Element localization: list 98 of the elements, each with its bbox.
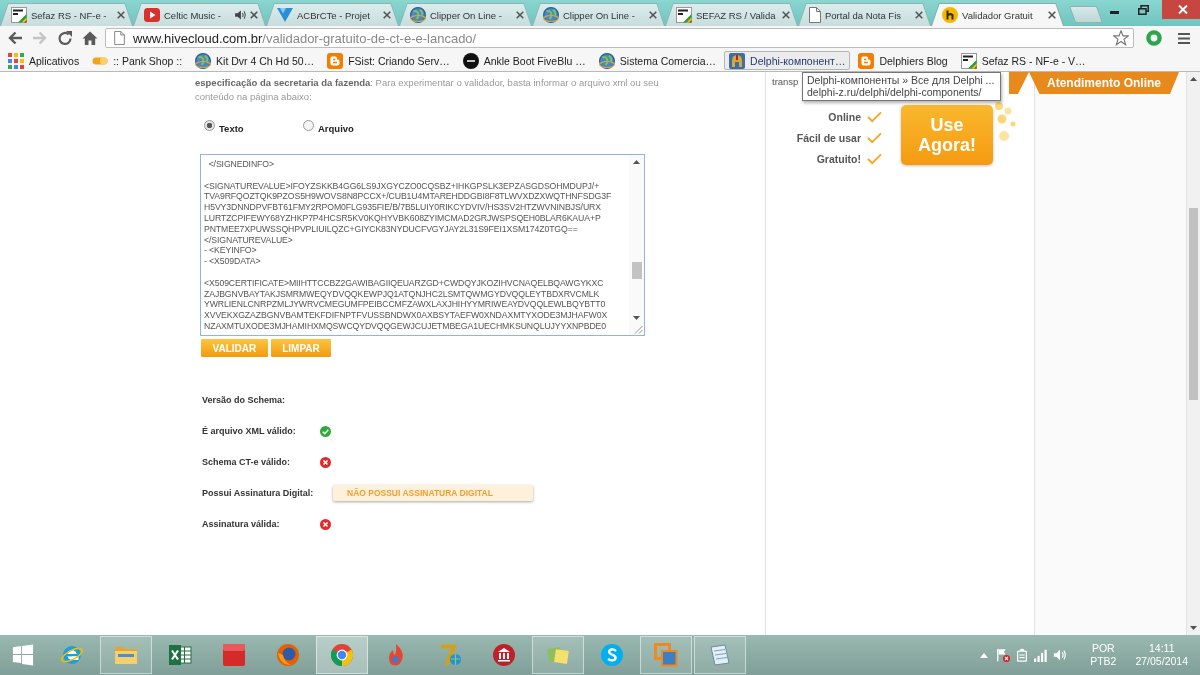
sidebar-text: transp bbox=[772, 76, 799, 87]
browser-tab[interactable]: Portal da Nota Fis bbox=[798, 3, 931, 26]
browser-tab[interactable]: SEFAZ RS / Valida bbox=[665, 3, 798, 26]
browser-tab[interactable]: Clipper On Line - bbox=[399, 3, 532, 26]
reload-icon[interactable] bbox=[57, 30, 73, 46]
scrollbar-thumb[interactable] bbox=[631, 262, 642, 279]
e-logo-icon bbox=[60, 643, 84, 667]
home-icon[interactable] bbox=[82, 31, 98, 45]
up-arrow-icon[interactable] bbox=[633, 160, 640, 164]
tooltip-url: delphi-z.ru/delphi/delphi-components/ bbox=[807, 86, 983, 98]
dots-icon bbox=[994, 102, 1016, 142]
bookmark[interactable]: Sefaz RS - NF-e - V… bbox=[955, 51, 1091, 70]
fox-globe-icon bbox=[276, 643, 300, 667]
back-icon[interactable] bbox=[7, 30, 23, 46]
globe-icon bbox=[195, 52, 212, 69]
bookmark[interactable]: Sistema Comercia… bbox=[593, 51, 722, 70]
taskbar-button[interactable] bbox=[640, 636, 692, 674]
star-icon[interactable] bbox=[1113, 30, 1129, 46]
flag-logo-icon bbox=[676, 7, 692, 23]
bookmark[interactable]: :: Pank Shop :: bbox=[87, 51, 188, 70]
close-icon[interactable] bbox=[1048, 11, 1056, 19]
radio-label[interactable]: Arquivo bbox=[318, 123, 354, 134]
spreadsheet-icon bbox=[168, 643, 192, 667]
restore-icon[interactable] bbox=[1138, 4, 1149, 15]
intro-text: especificação da secretaria da fazenda: Para experimentar o validador, basta informar o arquivo xml ou seu conteúdo na página abaixo: bbox=[195, 76, 660, 104]
wheel-logo-icon bbox=[330, 643, 354, 667]
taskbar-button[interactable] bbox=[316, 636, 368, 674]
close-icon[interactable] bbox=[649, 11, 657, 19]
field-label: Schema CT-e válido: bbox=[202, 457, 292, 467]
address-field[interactable]: www.hivecloud.com.br/validador-gratuito-de-ct-e-e-lancado/ bbox=[105, 28, 1134, 48]
round-logo-icon bbox=[942, 7, 958, 23]
check-icon bbox=[867, 152, 882, 165]
close-icon[interactable] bbox=[383, 11, 391, 19]
bookmark[interactable]: Aplicativos bbox=[3, 51, 85, 70]
resize-grip-icon[interactable] bbox=[634, 325, 643, 334]
grid-icon bbox=[8, 52, 24, 69]
page-scrollbar[interactable] bbox=[1186, 72, 1200, 635]
flag-logo-icon bbox=[11, 7, 27, 23]
check-icon bbox=[867, 110, 882, 123]
taskbar-button[interactable] bbox=[100, 636, 152, 674]
browser-tab[interactable]: Celtic Music - bbox=[133, 3, 266, 26]
square-app-icon bbox=[222, 643, 246, 667]
tooltip-title: Delphi-компоненты » Все для Delphi ... bbox=[807, 74, 995, 86]
globe-icon bbox=[410, 7, 426, 23]
feature-label: Gratuito! bbox=[816, 152, 861, 165]
radio-button[interactable] bbox=[303, 120, 314, 131]
notepad-icon bbox=[708, 643, 732, 667]
bookmark[interactable]: Kit Dvr 4 Ch Hd 50… bbox=[190, 51, 320, 70]
browser-tab[interactable]: Clipper On Line - bbox=[532, 3, 665, 26]
speaker-icon[interactable] bbox=[235, 10, 246, 20]
close-icon[interactable] bbox=[250, 11, 258, 19]
field-label: Versão do Schema: bbox=[202, 395, 287, 405]
browser-tab[interactable]: Sefaz RS - NF-e - bbox=[0, 3, 133, 26]
ring-icon[interactable] bbox=[1146, 30, 1162, 46]
status-badge: NÃO POSSUI ASSINATURA DIGITAL bbox=[333, 485, 533, 501]
browser-tab[interactable]: ACBrCTe - Projet bbox=[266, 3, 399, 26]
flag-icon[interactable] bbox=[996, 648, 1011, 662]
play-icon bbox=[144, 8, 160, 22]
radio-label[interactable]: Texto bbox=[219, 123, 244, 134]
radio-button[interactable] bbox=[204, 120, 215, 131]
pill-icon bbox=[92, 55, 109, 66]
scrollbar[interactable] bbox=[629, 155, 644, 335]
close-window-button[interactable] bbox=[1162, 0, 1200, 19]
page-icon bbox=[114, 31, 125, 45]
signal-icon[interactable] bbox=[1034, 648, 1049, 662]
battery-icon[interactable] bbox=[1015, 648, 1030, 662]
bookmark[interactable]: Ankle Boot FiveBlu … bbox=[457, 51, 591, 70]
window-stack-icon bbox=[654, 643, 678, 667]
close-icon[interactable] bbox=[516, 11, 524, 19]
scrollbar-thumb[interactable] bbox=[1189, 208, 1198, 400]
xml-input-field[interactable]: </SIGNEDINFO> <SIGNATUREVALUE>IFOYZSKKB4GG6LS9JXGYCZO0CQSBZ+IHKGPSLK3EPZASGDSOHMDUPJ/+ TVA9RFQOZTQK9PZOS5H9WOVS8N8PCCX+/CUB1U4MTAREHDDGBI8F8TLWVXDZXWQTHNFSDG3F H5VY3DNNDPVFBT61FMY2RPOM0FLG935FIE/B/7B5LUIY0RIKCYDVIV/HS3SV2HTZWVNINBJS/URX LURTZCPIFEWY68YZHKP7P4HCSR5KV0KQHYVBK608ZYIMCMAD2GRJWSPSQEH0BLAR6KAUA+P PNTMEE7XPUWSSQHPVPLIUILQZC+GIYCK83NYDUCFVGYJAY2L31S9FEI1XSM174Z0TGQ== </SIGNATUREVALUE> - <KEYINFO> - <X509DATA> <X509CERTIFICATE>MIIHTTCCBZ2GAWIBAGIIQEUARZGD+CWDQYJKOZIHVCNAQELBQAWGYKXC ZAJBGNVBAYTAKJSMRMWEQYDVQQKEWPJQ1ATQNJHC2LSMTQWMGYDVQQLEYTBDXRVCMLK YWRLIENLCNRPZMLJYWRVCMEGUMFPEIBCCMFZAWXLAXJHIHYYMRIWEAYDVQQLEWLBQYBTT0 XVVEKXGZAZBGNVBAMTEKFDIFNPTFVUSSBNDWX0AXBSYTAEFW0XNDAXMTYXODE3MJHAFW0X NZAXMTUXODE3MJHAMIHXMQSWCQYDVQQGEWJCUJETMBEGA1UECHMKSUNQLUJYYXNPBDE0 bbox=[200, 154, 645, 336]
s-circle-icon bbox=[600, 643, 624, 667]
globe-icon bbox=[598, 52, 615, 69]
close-icon[interactable] bbox=[915, 11, 923, 19]
globe-icon bbox=[543, 7, 559, 23]
triangle-logo-icon bbox=[277, 8, 293, 22]
close-icon[interactable] bbox=[782, 11, 790, 19]
feature-label: Fácil de usar bbox=[796, 131, 861, 144]
menu-icon[interactable] bbox=[1178, 32, 1190, 44]
field-label: Possui Assinatura Digital: bbox=[202, 488, 315, 498]
down-arrow-icon[interactable] bbox=[633, 316, 640, 320]
down-arrow-icon[interactable] bbox=[1190, 626, 1197, 630]
bookmark[interactable]: Delphi-компонент… bbox=[724, 51, 851, 70]
field-label: É arquivo XML válido: bbox=[202, 426, 297, 436]
field-label: Assinatura válida: bbox=[202, 519, 281, 529]
bank-icon bbox=[492, 643, 516, 667]
feature-label: Online bbox=[828, 110, 861, 123]
up-arrow-icon[interactable] bbox=[1190, 77, 1197, 81]
page-icon bbox=[809, 7, 821, 23]
close-icon[interactable] bbox=[117, 11, 125, 19]
ribbon bbox=[1009, 72, 1029, 94]
helmet-icon bbox=[729, 52, 746, 69]
bookmark[interactable]: Delphiers Blog bbox=[853, 51, 953, 70]
start-icon[interactable] bbox=[12, 644, 34, 666]
seven-globe-icon bbox=[438, 643, 462, 667]
browser-tab[interactable]: Validador Gratuit bbox=[931, 3, 1064, 26]
check-icon bbox=[867, 131, 882, 144]
bookmark[interactable]: FSist: Criando Serv… bbox=[322, 51, 455, 70]
